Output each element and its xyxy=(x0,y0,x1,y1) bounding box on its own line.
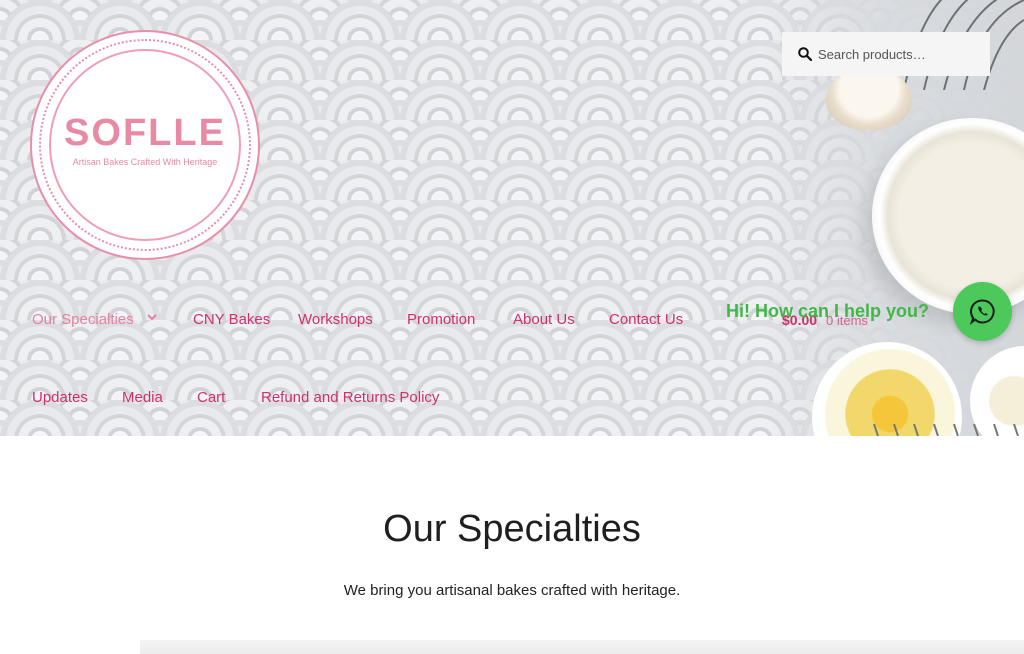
site-header: SOFLLE Artisan Bakes Crafted With Herita… xyxy=(0,0,1024,436)
logo-tagline: Artisan Bakes Crafted With Heritage xyxy=(72,157,218,167)
page-subtitle: We bring you artisanal bakes crafted wit… xyxy=(343,582,681,599)
nav-item-cart[interactable]: Cart xyxy=(197,389,225,406)
site-logo[interactable]: SOFLLE Artisan Bakes Crafted With Herita… xyxy=(30,30,260,260)
product-search xyxy=(782,32,990,76)
nav-item-media[interactable]: Media xyxy=(122,389,163,406)
nav-item-our-specialties[interactable]: Our Specialties xyxy=(32,311,134,328)
logo-brand-name: SOFLLE xyxy=(64,112,226,154)
eggshell-image xyxy=(826,68,912,130)
nav-item-about-us[interactable]: About Us xyxy=(513,311,575,328)
nav-item-updates[interactable]: Updates xyxy=(32,389,88,406)
content-card-edge xyxy=(140,640,1024,654)
nav-item-refund-policy[interactable]: Refund and Returns Policy xyxy=(261,389,439,406)
page-title: Our Specialties xyxy=(383,508,641,550)
whatsapp-icon xyxy=(969,299,995,325)
nav-item-workshops[interactable]: Workshops xyxy=(298,311,373,328)
search-input[interactable] xyxy=(818,42,982,66)
nav-item-cny-bakes[interactable]: CNY Bakes xyxy=(193,311,270,328)
chat-prompt[interactable]: Hi! How can I help you? xyxy=(726,301,929,322)
chevron-down-icon[interactable] xyxy=(146,312,158,322)
search-icon[interactable] xyxy=(798,47,812,61)
whisk-handle-image xyxy=(873,424,1019,436)
whatsapp-chat-button[interactable] xyxy=(953,282,1012,341)
nav-item-promotion[interactable]: Promotion xyxy=(407,311,475,328)
nav-item-contact-us[interactable]: Contact Us xyxy=(609,311,683,328)
